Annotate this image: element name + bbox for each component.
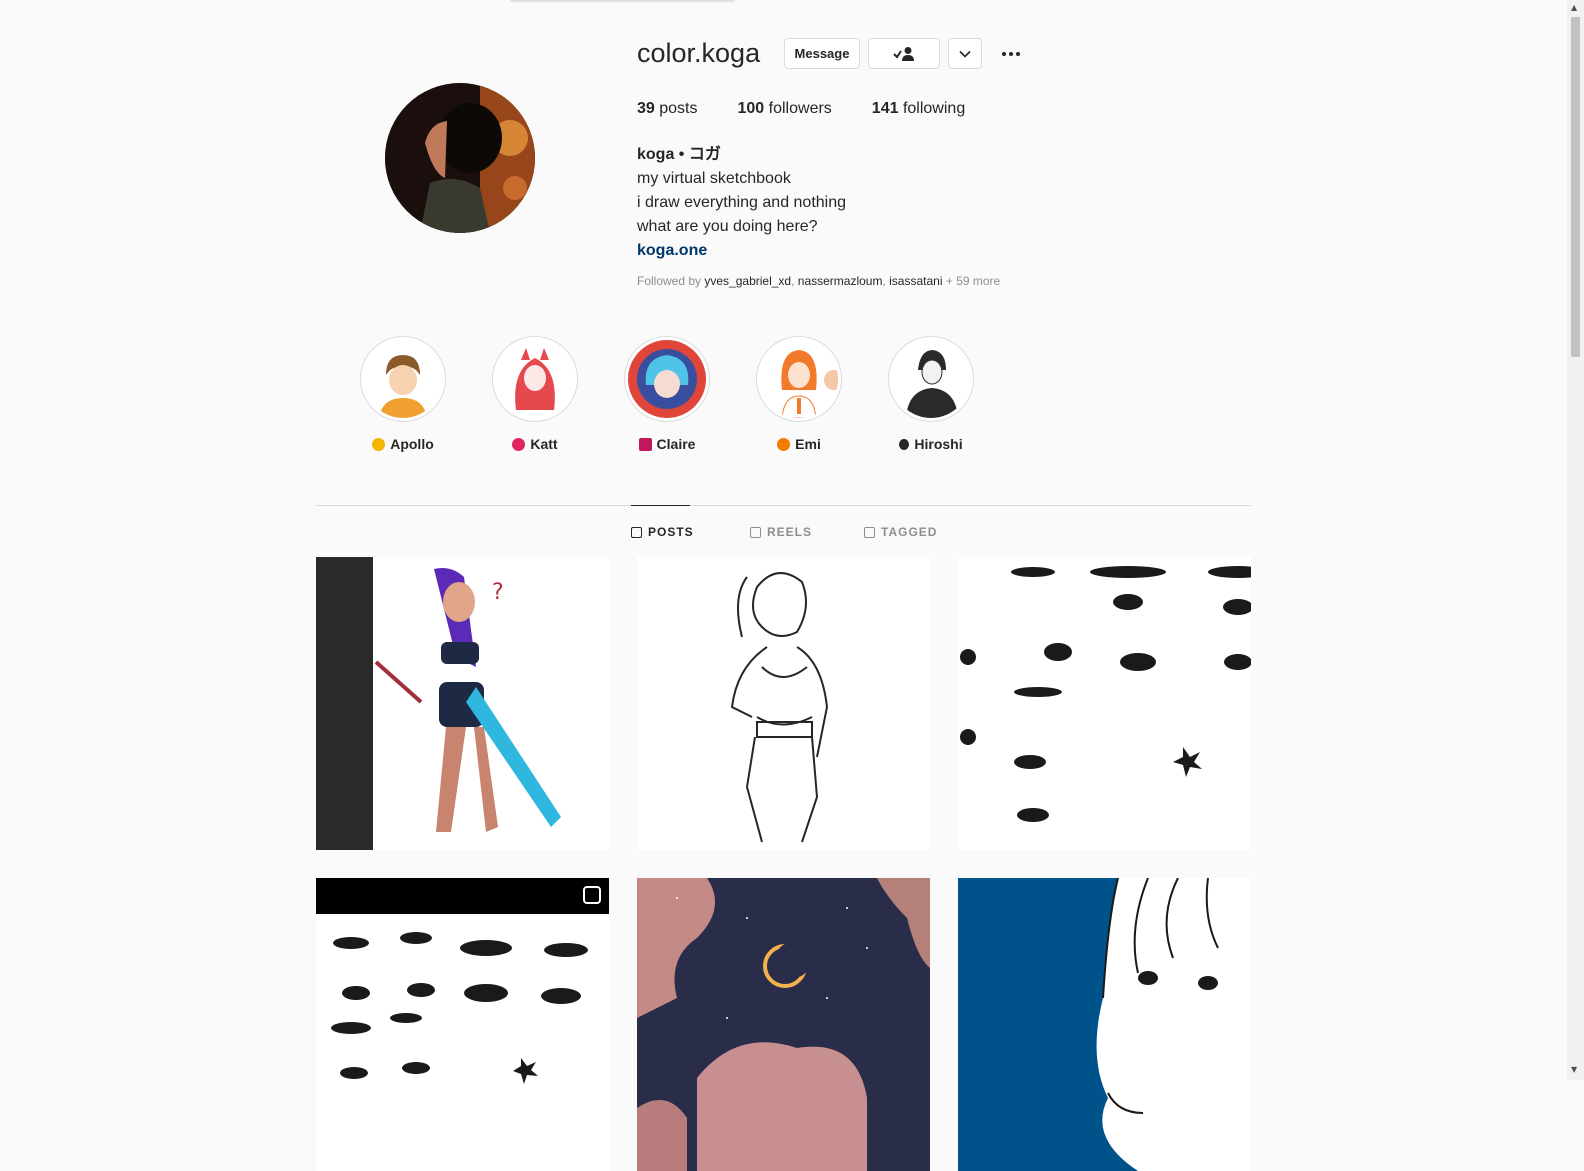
post-image <box>637 878 930 1171</box>
highlight-label-text: Apollo <box>390 436 434 452</box>
bio-line: my virtual sketchbook <box>637 170 791 187</box>
chevron-down-icon <box>959 50 971 58</box>
tagged-icon <box>864 526 875 538</box>
post-image <box>637 557 930 850</box>
bio-line: i draw everything and nothing <box>637 194 847 211</box>
following-label: following <box>902 100 966 117</box>
tab-active-indicator <box>631 505 690 506</box>
post-image <box>958 878 1251 1171</box>
following-stat[interactable]: 141 following <box>872 100 965 118</box>
grid-icon <box>631 526 642 538</box>
post-thumbnail[interactable] <box>316 878 609 1171</box>
more-dot-icon <box>1016 52 1020 56</box>
tangerine-emoji-icon <box>777 437 791 451</box>
highlight-ring <box>756 336 842 422</box>
reel-badge-icon <box>583 886 601 904</box>
tab-tagged[interactable]: TAGGED <box>864 525 937 539</box>
highlight-ring <box>492 336 578 422</box>
followers-count: 100 <box>737 100 765 117</box>
profile-username: color.koga <box>637 38 761 68</box>
highlight-label-text: Katt <box>530 436 558 452</box>
tab-reels[interactable]: REELS <box>750 525 812 539</box>
scrollbar[interactable]: ▲ ▼ <box>1567 0 1584 1080</box>
followed-by-user[interactable]: isassatani <box>889 274 942 288</box>
highlight-image <box>628 340 706 418</box>
highlight-label: Apollo <box>358 436 448 452</box>
post-image: ? <box>316 557 609 850</box>
more-options-button[interactable] <box>998 42 1024 66</box>
reels-icon <box>750 526 761 538</box>
highlight-ring <box>360 336 446 422</box>
tabs-divider <box>316 505 1251 506</box>
posts-stat: 39 posts <box>637 100 698 118</box>
post-thumbnail[interactable] <box>637 878 930 1171</box>
spade-emoji-icon <box>899 438 910 450</box>
more-dot-icon <box>1009 52 1013 56</box>
highlight-label: Claire <box>622 436 712 452</box>
more-dot-icon <box>1002 52 1006 56</box>
highlight-image <box>364 340 442 418</box>
highlight-ring <box>888 336 974 422</box>
post-thumbnail[interactable] <box>637 557 930 850</box>
boot-emoji-icon <box>638 437 652 451</box>
post-image <box>958 557 1251 850</box>
highlight-image <box>760 340 838 418</box>
followed-by-user[interactable]: nassermazloum <box>798 274 883 288</box>
bio-link[interactable]: koga.one <box>637 239 846 263</box>
highlight-katt[interactable]: Katt <box>490 336 580 452</box>
followed-by-prefix: Followed by <box>637 274 702 288</box>
message-button[interactable]: Message <box>784 38 860 69</box>
tab-posts[interactable]: POSTS <box>631 525 694 539</box>
post-thumbnail[interactable] <box>958 557 1251 850</box>
highlight-label-text: Claire <box>656 436 696 452</box>
highlight-image <box>892 340 970 418</box>
highlight-label-text: Emi <box>795 436 821 452</box>
highlight-label: Emi <box>754 436 844 452</box>
followers-label: followers <box>768 100 832 117</box>
top-shadow <box>510 0 735 3</box>
highlight-emi[interactable]: Emi <box>754 336 844 452</box>
followed-by-more[interactable]: + 59 more <box>946 274 1000 288</box>
profile-stats: 39 posts 100 followers 141 following <box>637 100 965 118</box>
scroll-up-arrow-icon[interactable]: ▲ <box>1571 4 1577 12</box>
question-mark-doodle: ? <box>492 580 504 605</box>
lips-emoji-icon <box>512 437 526 451</box>
post-thumbnail[interactable]: ? <box>316 557 609 850</box>
highlight-ring <box>624 336 710 422</box>
scroll-down-arrow-icon[interactable]: ▼ <box>1571 1066 1577 1074</box>
posts-label: posts <box>659 100 698 117</box>
followers-stat[interactable]: 100 followers <box>738 100 832 118</box>
highlight-label: Hiroshi <box>886 436 976 452</box>
highlight-label: Katt <box>490 436 580 452</box>
post-image <box>316 878 609 1171</box>
posts-count: 39 <box>637 100 655 117</box>
post-thumbnail[interactable] <box>958 878 1251 1171</box>
suggested-dropdown-button[interactable] <box>948 38 982 69</box>
person-check-icon <box>893 46 914 61</box>
tab-label: REELS <box>767 525 813 539</box>
scrollbar-thumb[interactable] <box>1571 17 1580 357</box>
tab-label: TAGGED <box>881 525 938 539</box>
profile-bio: koga • コガ my virtual sketchbook i draw e… <box>637 143 846 263</box>
highlight-claire[interactable]: Claire <box>622 336 712 452</box>
tab-label: POSTS <box>648 525 694 539</box>
following-count: 141 <box>871 100 899 117</box>
followed-by[interactable]: Followed by yves_gabriel_xd, nassermazlo… <box>637 274 1000 288</box>
highlight-apollo[interactable]: Apollo <box>358 336 448 452</box>
bio-name: koga • コガ <box>637 146 721 163</box>
following-button[interactable] <box>868 38 940 69</box>
highlight-label-text: Hiroshi <box>914 436 963 452</box>
profile-avatar[interactable] <box>385 83 535 233</box>
followed-by-user[interactable]: yves_gabriel_xd <box>704 274 791 288</box>
highlight-hiroshi[interactable]: Hiroshi <box>886 336 976 452</box>
highlight-image <box>496 340 574 418</box>
bio-line: what are you doing here? <box>637 218 818 235</box>
sun-emoji-icon <box>372 437 386 451</box>
